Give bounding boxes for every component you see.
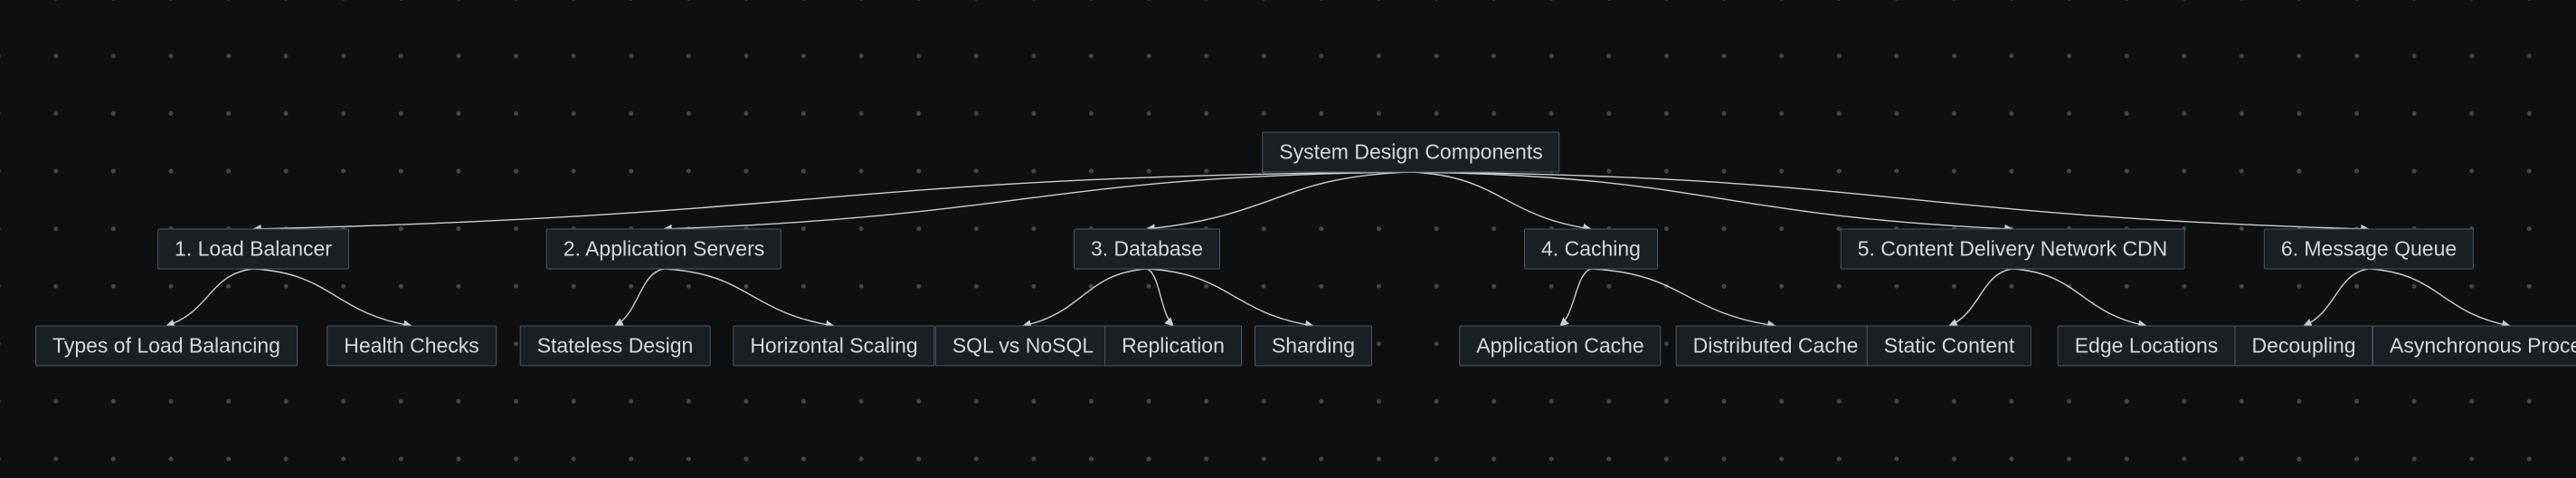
leaf-replication[interactable]: Replication [1104,326,1242,367]
branch-caching[interactable]: 4. Caching [1524,229,1658,270]
leaf-decoupling[interactable]: Decoupling [2234,326,2372,367]
leaf-application-cache[interactable]: Application Cache [1459,326,1661,367]
leaf-horizontal-scaling[interactable]: Horizontal Scaling [733,326,934,367]
branch-cdn[interactable]: 5. Content Delivery Network CDN [1841,229,2185,270]
branch-application-servers[interactable]: 2. Application Servers [546,229,781,270]
leaf-stateless-design[interactable]: Stateless Design [520,326,711,367]
leaf-distributed-cache[interactable]: Distributed Cache [1676,326,1876,367]
leaf-sharding[interactable]: Sharding [1255,326,1372,367]
leaf-sql-vs-nosql[interactable]: SQL vs NoSQL [935,326,1111,367]
leaf-health-checks[interactable]: Health Checks [327,326,497,367]
node-layer: System Design Components 1. Load Balance… [0,0,2576,478]
branch-message-queue[interactable]: 6. Message Queue [2264,229,2474,270]
leaf-edge-locations[interactable]: Edge Locations [2058,326,2236,367]
leaf-types-of-load-balancing[interactable]: Types of Load Balancing [35,326,298,367]
leaf-asynchronous-processing[interactable]: Asynchronous Processing [2372,326,2576,367]
branch-database[interactable]: 3. Database [1074,229,1220,270]
leaf-static-content[interactable]: Static Content [1867,326,2031,367]
branch-load-balancer[interactable]: 1. Load Balancer [157,229,349,270]
root-node[interactable]: System Design Components [1262,132,1559,173]
